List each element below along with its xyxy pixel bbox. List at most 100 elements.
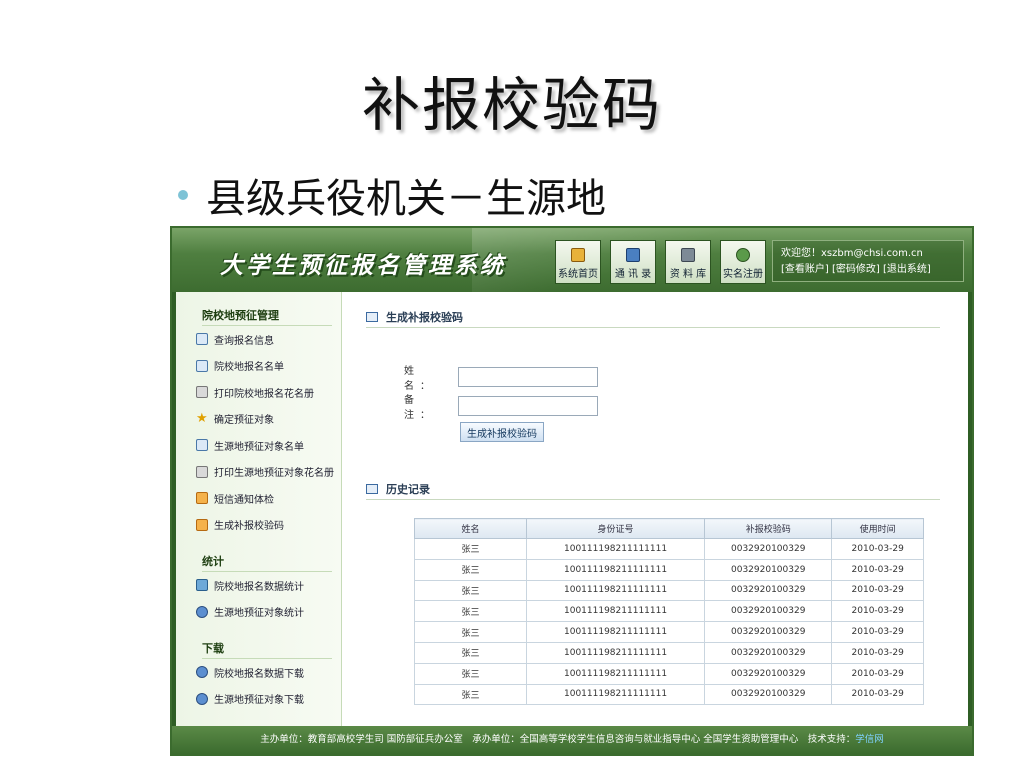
table-cell: 0032920100329: [704, 538, 833, 560]
sidebar-item-sms-notify[interactable]: 短信通知体检: [176, 485, 341, 512]
sidebar-item-label: 院校地报名数据下载: [214, 668, 304, 680]
app-logo: 大学生预征报名管理系统: [220, 252, 506, 279]
sidebar-item-label: 生源地预征对象下载: [214, 695, 304, 707]
table-row: 张三 100111198211111111 0032920100329 2010-03…: [414, 683, 924, 706]
table-cell: 100111198211111111: [525, 600, 706, 623]
user-download-icon: [196, 666, 208, 679]
table-cell: 2010-03-29: [831, 683, 924, 706]
nav-database-button[interactable]: 资 料 库: [665, 240, 711, 284]
user-download-icon: [196, 692, 208, 705]
table-cell: 张三: [414, 579, 527, 602]
table-cell: 张三: [414, 600, 527, 623]
note-input[interactable]: [458, 396, 598, 416]
database-icon: [681, 248, 695, 262]
sidebar-item-label: 生成补报校验码: [214, 521, 284, 533]
table-cell: 100111198211111111: [525, 538, 706, 560]
table-cell: 2010-03-29: [831, 558, 924, 581]
sidebar-item-origin-list[interactable]: 生源地预征对象名单: [176, 432, 341, 459]
table-cell: 2010-03-29: [831, 579, 924, 602]
sidebar-item-print-origin-roster[interactable]: 打印生源地预征对象花名册: [176, 459, 341, 486]
table-row: 张三 100111198211111111 0032920100329 2010-03…: [414, 662, 924, 685]
view-account-link[interactable]: [查看账户]: [781, 264, 829, 275]
sidebar-item-school-stats[interactable]: 院校地报名数据统计: [176, 572, 341, 599]
sidebar-item-label: 生源地预征对象统计: [214, 608, 304, 620]
sidebar-item-generate-code[interactable]: 生成补报校验码: [176, 512, 341, 539]
name-label: 姓 名：: [404, 366, 436, 392]
column-header-code: 补报校验码: [704, 518, 833, 539]
table-cell: 100111198211111111: [525, 558, 706, 581]
history-table: 姓名 身份证号 补报校验码 使用时间 张三 100111198211111111 0…: [414, 518, 924, 706]
history-section-header: 历史记录: [366, 478, 940, 500]
table-cell: 张三: [414, 641, 527, 664]
table-cell: 张三: [414, 683, 527, 706]
nav-contacts-button[interactable]: 通 讯 录: [610, 240, 656, 284]
sidebar-item-label: 短信通知体检: [214, 494, 274, 506]
sidebar-item-label: 院校地报名数据统计: [214, 581, 304, 593]
account-links: [查看账户] [密码修改] [退出系统]: [781, 262, 955, 278]
app-body: 院校地预征管理 查询报名信息 院校地报名名单 打印院校地报名花名册 ★ 确定预征…: [176, 292, 968, 726]
sidebar-item-query-registration[interactable]: 查询报名信息: [176, 326, 341, 353]
message-icon: [196, 492, 208, 505]
phone-icon: [626, 248, 640, 262]
sidebar-item-confirm-candidates[interactable]: ★ 确定预征对象: [176, 406, 341, 433]
name-row: 姓 名：: [404, 362, 598, 392]
slide-title: 补报校验码: [361, 71, 662, 139]
sidebar-item-label: 确定预征对象: [214, 415, 274, 427]
document-icon: [196, 359, 208, 372]
stats-icon: [196, 579, 208, 592]
table-cell: 100111198211111111: [525, 641, 706, 664]
sidebar-group-title: 统计: [202, 552, 332, 572]
printer-icon: [196, 465, 208, 478]
table-cell: 0032920100329: [704, 621, 833, 643]
sidebar-item-origin-stats[interactable]: 生源地预征对象统计: [176, 599, 341, 626]
column-header-time: 使用时间: [831, 518, 924, 539]
nav-label: 实名注册: [723, 269, 763, 280]
app-header: 大学生预征报名管理系统 系统首页 通 讯 录 资 料 库 实名注册 欢迎您！xs…: [172, 228, 972, 292]
welcome-text: 欢迎您！xszbm@chsi.com.cn: [781, 248, 923, 259]
sidebar-item-origin-download[interactable]: 生源地预征对象下载: [176, 686, 341, 713]
generate-code-button[interactable]: 生成补报校验码: [460, 422, 544, 442]
footer-text: 主办单位：教育部高校学生司 国防部征兵办公室 承办单位：全国高等学校学生信息咨询…: [260, 734, 856, 745]
app-footer: 主办单位：教育部高校学生司 国防部征兵办公室 承办单位：全国高等学校学生信息咨询…: [172, 726, 972, 754]
change-password-link[interactable]: [密码修改]: [832, 264, 880, 275]
table-cell: 张三: [414, 621, 527, 643]
app-window: 大学生预征报名管理系统 系统首页 通 讯 录 资 料 库 实名注册 欢迎您！xs…: [170, 226, 974, 756]
generate-section-header: 生成补报校验码: [366, 306, 940, 328]
table-cell: 0032920100329: [704, 662, 833, 685]
nav-label: 系统首页: [558, 269, 598, 280]
sidebar: 院校地预征管理 查询报名信息 院校地报名名单 打印院校地报名花名册 ★ 确定预征…: [176, 292, 342, 726]
sidebar-item-school-download[interactable]: 院校地报名数据下载: [176, 659, 341, 686]
column-header-id: 身份证号: [525, 518, 706, 539]
section-title: 历史记录: [386, 482, 430, 496]
table-cell: 100111198211111111: [525, 579, 706, 602]
nav-register-button[interactable]: 实名注册: [720, 240, 766, 284]
table-cell: 100111198211111111: [525, 662, 706, 685]
table-row: 张三 100111198211111111 0032920100329 2010-03…: [414, 558, 924, 581]
sidebar-group-title: 下载: [202, 639, 332, 659]
footer-link[interactable]: 学信网: [855, 734, 884, 745]
sidebar-item-label: 打印院校地报名花名册: [214, 388, 314, 400]
name-input[interactable]: [458, 367, 598, 387]
bullet-dot-icon: [178, 190, 188, 200]
form-icon: [366, 311, 378, 322]
logout-link[interactable]: [退出系统]: [883, 264, 931, 275]
table-cell: 2010-03-29: [831, 641, 924, 664]
top-nav: 系统首页 通 讯 录 资 料 库 实名注册: [555, 240, 766, 284]
sidebar-group-title: 院校地预征管理: [202, 306, 332, 326]
table-cell: 0032920100329: [704, 600, 833, 623]
bullet-text: 县级兵役机关－生源地: [206, 176, 606, 222]
home-icon: [571, 248, 585, 262]
table-cell: 张三: [414, 558, 527, 581]
sidebar-item-school-list[interactable]: 院校地报名名单: [176, 353, 341, 380]
table-row: 张三 100111198211111111 0032920100329 2010-03…: [414, 579, 924, 602]
table-cell: 2010-03-29: [831, 538, 924, 560]
user-register-icon: [736, 248, 750, 262]
sidebar-item-print-school-roster[interactable]: 打印院校地报名花名册: [176, 379, 341, 406]
sidebar-item-label: 院校地报名名单: [214, 362, 284, 374]
table-cell: 0032920100329: [704, 683, 833, 706]
table-cell: 2010-03-29: [831, 621, 924, 643]
form-icon: [366, 483, 378, 494]
nav-label: 资 料 库: [669, 269, 707, 280]
table-row: 张三 100111198211111111 0032920100329 2010-03…: [414, 538, 924, 560]
nav-home-button[interactable]: 系统首页: [555, 240, 601, 284]
